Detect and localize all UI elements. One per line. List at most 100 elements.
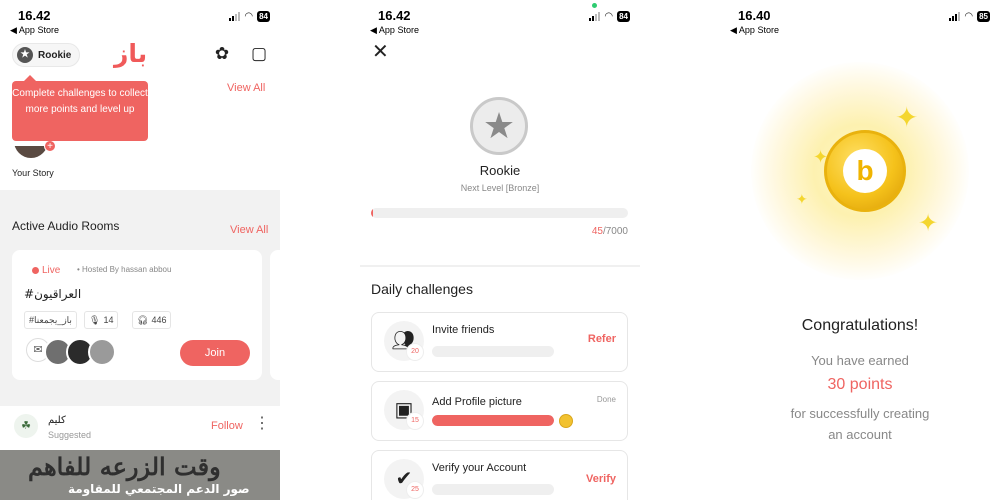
status-time: 16.42 bbox=[378, 8, 411, 23]
live-dot-icon bbox=[32, 267, 39, 274]
status-time: 16.40 bbox=[738, 8, 771, 23]
audio-room-card[interactable]: Live • Hosted By hassan abbou #العراقيون… bbox=[12, 250, 262, 380]
audio-rooms-view-all-link[interactable]: View All bbox=[230, 224, 268, 236]
suggested-label: Suggested bbox=[48, 430, 92, 440]
reward-reason-line: for successfully creating bbox=[790, 406, 930, 421]
your-story-avatar[interactable] bbox=[14, 146, 48, 158]
challenge-label: Add Profile picture bbox=[432, 396, 522, 408]
audio-rooms-title: Active Audio Rooms bbox=[12, 219, 120, 233]
post-image-headline: وقت الزرعه للفاهم bbox=[28, 452, 221, 481]
daily-challenges-title: Daily challenges bbox=[371, 281, 473, 297]
next-room-card[interactable] bbox=[270, 250, 280, 380]
headphones-icon: 🎧︎ bbox=[137, 315, 149, 325]
star-icon: ★ bbox=[482, 105, 516, 146]
challenge-progress-bar bbox=[432, 346, 554, 357]
stories-view-all-link[interactable]: View All bbox=[227, 82, 265, 94]
battery-indicator: 84 bbox=[257, 11, 270, 22]
add-story-icon[interactable]: + bbox=[44, 140, 56, 152]
back-to-app-store-link[interactable]: ◀ App Store bbox=[370, 25, 419, 36]
battery-indicator: 84 bbox=[617, 11, 630, 22]
follow-button[interactable]: Follow bbox=[211, 420, 243, 432]
verify-button[interactable]: Verify bbox=[586, 473, 616, 485]
signal-icon bbox=[229, 12, 241, 21]
your-story-label: Your Story bbox=[12, 168, 54, 178]
sparkle-icon: ✦ bbox=[895, 102, 919, 133]
participant-avatars: ✉ bbox=[26, 338, 116, 366]
chat-icon[interactable]: ▢ bbox=[249, 44, 269, 64]
speakers-count: 14 bbox=[103, 315, 114, 325]
live-indicator: Live bbox=[32, 265, 60, 276]
camera-indicator-icon bbox=[592, 3, 597, 8]
microphone-icon: 🎙︎ bbox=[89, 315, 101, 325]
post-image[interactable]: وقت الزرعه للفاهم صور الدعم المجتمعي للم… bbox=[0, 450, 280, 500]
challenge-label: Invite friends bbox=[432, 324, 495, 336]
signal-icon bbox=[949, 12, 961, 21]
hosted-by-text: • Hosted By hassan abbou bbox=[77, 265, 172, 274]
app-logo: باز bbox=[114, 39, 148, 68]
status-time: 16.42 bbox=[18, 8, 51, 23]
challenge-progress-fill bbox=[432, 415, 554, 426]
challenge-card-invite-friends[interactable]: 👥︎ 20 Invite friends Refer bbox=[371, 312, 628, 372]
home-header-area: ★ Rookie باز ✿ ▢ View All + Your Story C… bbox=[0, 38, 280, 190]
challenge-points-badge: 20 bbox=[406, 343, 424, 361]
status-icons: ◠ 85 bbox=[949, 11, 990, 22]
status-icons: ◠ 84 bbox=[229, 11, 270, 22]
suggested-post-header: ☘ كليم Suggested Follow ⋮ bbox=[0, 406, 280, 450]
battery-indicator: 85 bbox=[977, 11, 990, 22]
wifi-icon: ◠ bbox=[964, 11, 974, 22]
challenge-card-verify-account[interactable]: ✔ 25 Verify your Account Verify bbox=[371, 450, 628, 500]
sparkle-icon: ✦ bbox=[796, 191, 808, 207]
challenge-points-badge: 25 bbox=[406, 481, 424, 499]
level-progress-bar bbox=[371, 208, 628, 218]
status-bar: 16.42 ◀ App Store ◠ 84 bbox=[360, 0, 640, 38]
speakers-count-chip: 🎙︎ 14 bbox=[84, 311, 119, 329]
challenge-points-badge: 15 bbox=[406, 412, 424, 430]
room-tag-label: #باز_يجمعنا bbox=[29, 315, 72, 325]
back-to-app-store-link[interactable]: ◀ App Store bbox=[730, 25, 779, 36]
wifi-icon: ◠ bbox=[604, 11, 614, 22]
points-progress-text: 45/7000 bbox=[592, 226, 628, 237]
challenge-progress-bar bbox=[432, 484, 554, 495]
challenge-card-profile-picture[interactable]: ▣ 15 Add Profile picture Done bbox=[371, 381, 628, 441]
sparkle-icon: ✦ bbox=[918, 210, 939, 237]
challenge-progress-bar bbox=[432, 415, 554, 426]
target-points: /7000 bbox=[602, 226, 628, 237]
post-image-caption: صور الدعم المجتمعي للمقاومة bbox=[68, 482, 250, 496]
wifi-icon: ◠ bbox=[244, 11, 254, 22]
post-author-avatar[interactable]: ☘ bbox=[14, 414, 38, 438]
rank-label: Rookie bbox=[38, 49, 72, 61]
reward-reason-line: an account bbox=[828, 427, 892, 442]
current-points: 45 bbox=[591, 226, 603, 237]
flower-icon[interactable]: ✿ bbox=[212, 44, 232, 64]
coin-logo-icon: b bbox=[843, 149, 887, 193]
next-level-label: Next Level [Bronze] bbox=[460, 183, 540, 193]
reward-screen: 16.40 ◀ App Store ◠ 85 ✦ ✦ ✦ ✦ b Congrat… bbox=[720, 0, 1000, 500]
earned-points: 30 points bbox=[827, 376, 893, 393]
home-screen: 16.42 ◀ App Store ◠ 84 ★ Rookie باز ✿ ▢ … bbox=[0, 0, 280, 500]
room-tag-chip: #باز_يجمعنا bbox=[24, 311, 77, 329]
more-options-icon[interactable]: ⋮ bbox=[254, 416, 270, 432]
status-bar: 16.40 ◀ App Store ◠ 85 bbox=[720, 0, 1000, 38]
earned-label: You have earned bbox=[811, 353, 909, 368]
done-label: Done bbox=[596, 395, 616, 404]
avatar bbox=[88, 338, 116, 366]
reward-coin-icon: b bbox=[824, 130, 906, 212]
status-bar: 16.42 ◀ App Store ◠ 84 bbox=[0, 0, 280, 38]
room-title: #العراقيون bbox=[24, 287, 82, 301]
rank-pill[interactable]: ★ Rookie bbox=[12, 43, 81, 67]
signal-icon bbox=[589, 12, 601, 21]
coin-icon bbox=[559, 414, 573, 428]
star-badge-icon: ★ bbox=[17, 47, 33, 63]
rank-medal: ★ bbox=[470, 97, 528, 155]
post-author-name[interactable]: كليم bbox=[48, 415, 66, 426]
refer-button[interactable]: Refer bbox=[588, 333, 616, 345]
listeners-count: 446 bbox=[151, 315, 167, 325]
join-room-button[interactable]: Join bbox=[180, 340, 250, 366]
challenges-tooltip[interactable]: Complete challenges to collect more poin… bbox=[12, 75, 148, 141]
level-progress-fill bbox=[371, 208, 374, 218]
section-divider bbox=[360, 265, 640, 267]
back-to-app-store-link[interactable]: ◀ App Store bbox=[10, 25, 59, 36]
current-rank: Rookie bbox=[479, 163, 521, 178]
challenge-label: Verify your Account bbox=[432, 462, 527, 474]
close-icon[interactable]: ✕ bbox=[372, 42, 389, 62]
